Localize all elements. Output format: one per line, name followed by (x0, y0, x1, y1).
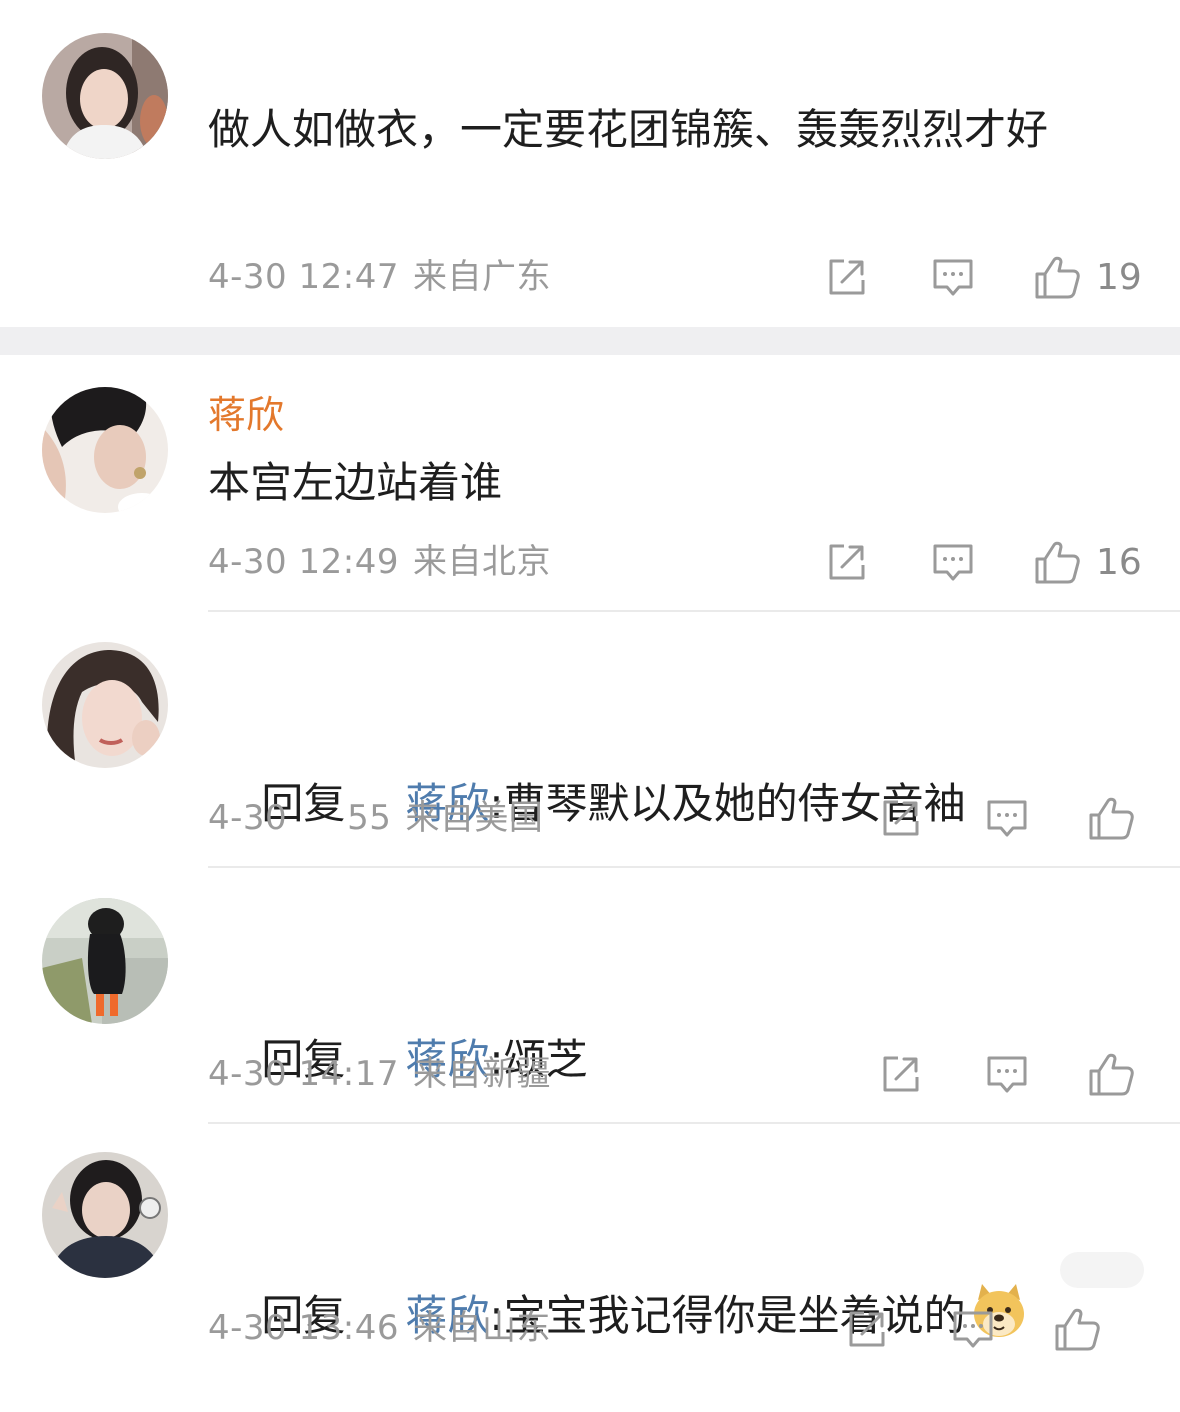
thumbs-up-icon (1032, 252, 1082, 302)
like-count: 19 (1096, 256, 1142, 298)
reply-button[interactable] (948, 1304, 998, 1354)
thumbs-up-icon (1052, 1304, 1102, 1354)
comment-icon (928, 252, 978, 302)
comment-item: 做人如做衣，一定要花团锦簇、轰轰烈烈才好 4-30 12:47 来自广东 19 (0, 0, 1180, 327)
share-icon (822, 252, 872, 302)
comment-icon (982, 1049, 1032, 1099)
watermark (1060, 1252, 1144, 1288)
comment-text: 做人如做衣，一定要花团锦簇、轰轰烈烈才好 (208, 105, 1049, 154)
avatar[interactable] (42, 898, 168, 1024)
comment-actions (0, 793, 1180, 843)
reply-button[interactable] (928, 537, 978, 587)
forward-button[interactable] (876, 793, 926, 843)
like-button[interactable] (1052, 1304, 1102, 1354)
like-button[interactable] (1086, 1049, 1136, 1099)
comment-username[interactable]: 蒋欣 (208, 391, 284, 439)
reply-button[interactable] (928, 252, 978, 302)
forward-button[interactable] (822, 252, 872, 302)
like-button[interactable]: 16 (1032, 537, 1142, 587)
forward-button[interactable] (876, 1049, 926, 1099)
comment-item: 回复 蒋欣:颂芝 4-30 14:17 来自新疆 (0, 868, 1180, 1122)
comment-icon (982, 793, 1032, 843)
share-icon (876, 793, 926, 843)
like-button[interactable]: 19 (1032, 252, 1142, 302)
avatar[interactable] (42, 33, 168, 159)
share-icon (842, 1304, 892, 1354)
forward-button[interactable] (842, 1304, 892, 1354)
comment-item: 蒋欣 本宫左边站着谁 4-30 12:49 来自北京 16 (0, 355, 1180, 612)
avatar[interactable] (42, 1152, 168, 1278)
like-button[interactable] (1086, 793, 1136, 843)
thumbs-up-icon (1086, 793, 1136, 843)
like-count: 16 (1096, 541, 1142, 583)
thumbs-up-icon (1086, 1049, 1136, 1099)
comment-actions: 16 (0, 537, 1180, 587)
comment-icon (928, 537, 978, 587)
reply-button[interactable] (982, 793, 1032, 843)
section-divider (0, 327, 1180, 355)
comment-item: 回复 蒋欣:宝宝我记得你是坐着说的 4-30 13:46 来自山东 (0, 1124, 1180, 1362)
comment-text: 本宫左边站着谁 (208, 458, 503, 507)
comment-item: 回复 蒋欣:曹琴默以及她的侍女音袖 4-30 55 来自美国 (0, 612, 1180, 866)
avatar[interactable] (42, 387, 168, 513)
comment-actions (0, 1049, 1180, 1099)
thumbs-up-icon (1032, 537, 1082, 587)
comment-actions (0, 1304, 1180, 1354)
avatar[interactable] (42, 642, 168, 768)
share-icon (876, 1049, 926, 1099)
share-icon (822, 537, 872, 587)
forward-button[interactable] (822, 537, 872, 587)
comment-icon (948, 1304, 998, 1354)
comment-actions: 19 (0, 252, 1180, 302)
reply-button[interactable] (982, 1049, 1032, 1099)
